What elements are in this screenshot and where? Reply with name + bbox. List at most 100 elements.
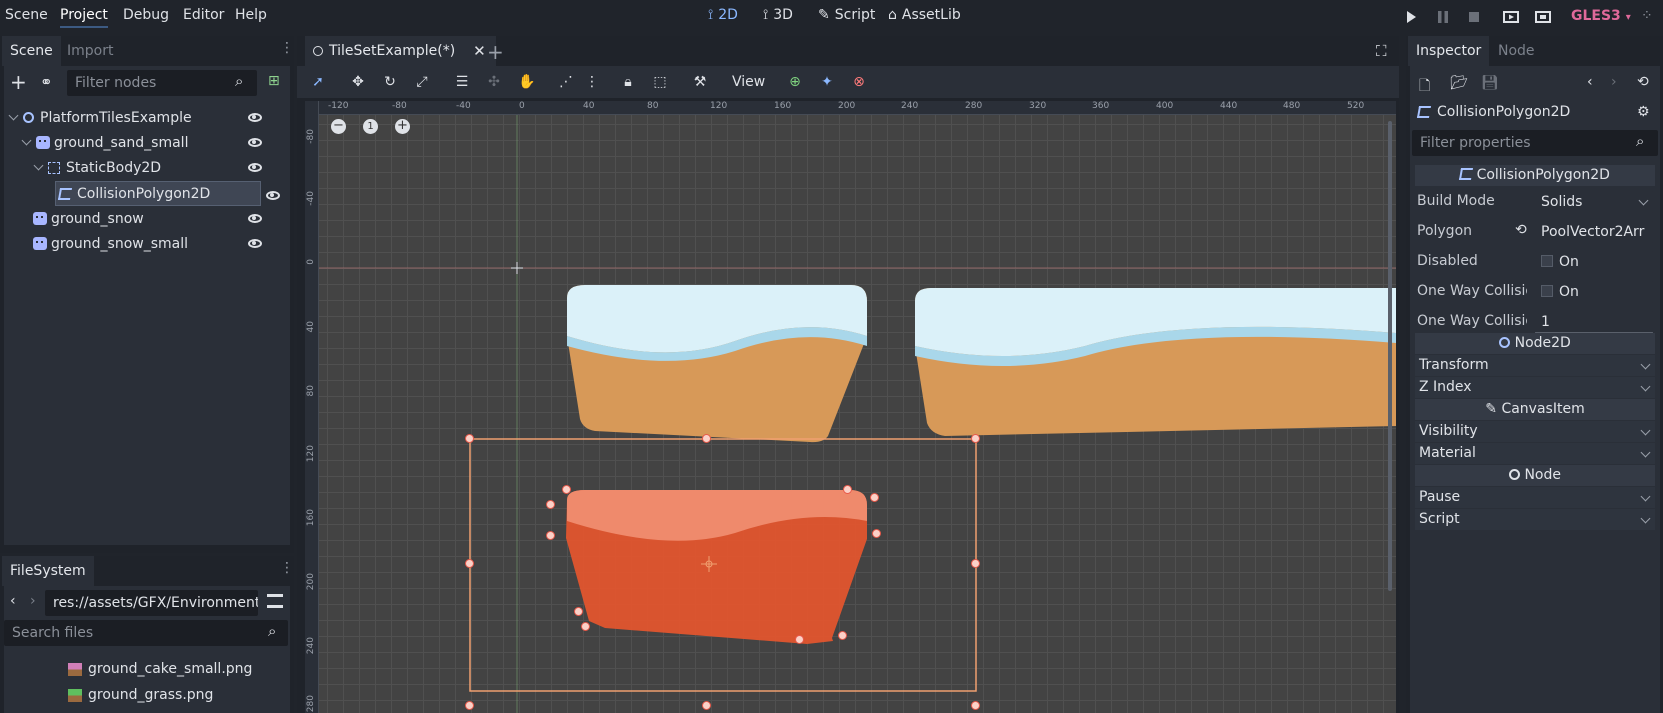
file-item[interactable]: ground_grass.png: [68, 687, 213, 703]
add-node-icon[interactable]: +: [10, 72, 27, 92]
filter-properties-input[interactable]: Filter properties: [1412, 130, 1658, 156]
stop-icon[interactable]: [1466, 9, 1482, 25]
menu-project[interactable]: Project: [60, 7, 108, 28]
revert-icon[interactable]: ⟲: [1515, 222, 1527, 238]
tab-import[interactable]: Import: [59, 36, 121, 66]
tab-filesystem[interactable]: FileSystem: [2, 556, 94, 586]
history-icon[interactable]: ⟲: [1637, 74, 1649, 90]
resize-handle[interactable]: [971, 701, 980, 710]
resize-handle[interactable]: [971, 434, 980, 443]
open-folder-icon[interactable]: 📂︎: [1450, 75, 1468, 91]
link-icon[interactable]: ⚭: [40, 73, 53, 91]
visibility-eye-icon[interactable]: [248, 163, 262, 172]
visibility-eye-icon[interactable]: [266, 191, 280, 200]
workspace-3d-button[interactable]: ⟟ 3D: [763, 7, 793, 23]
tab-node[interactable]: Node: [1490, 36, 1543, 66]
pause-icon[interactable]: [1435, 9, 1451, 25]
category-visibility[interactable]: Visibility: [1415, 421, 1655, 442]
menu-debug[interactable]: Debug: [123, 7, 169, 23]
select-tool-icon[interactable]: ➚: [310, 74, 326, 90]
resize-handle[interactable]: [702, 434, 711, 443]
one-way-margin-spinbox[interactable]: 1: [1535, 310, 1653, 334]
category-transform[interactable]: Transform: [1415, 355, 1655, 376]
scale-tool-icon[interactable]: ⤢: [414, 74, 430, 90]
list-view-icon[interactable]: [267, 594, 283, 608]
instance-scene-icon[interactable]: ⊞: [268, 73, 280, 89]
edit-point-icon[interactable]: ✦: [819, 74, 835, 90]
file-item[interactable]: ground_cake_small.png: [68, 661, 252, 677]
snap-toggle-icon[interactable]: ⋰: [558, 74, 574, 90]
pan-tool-icon[interactable]: ✋: [518, 74, 535, 90]
resize-handle[interactable]: [465, 559, 474, 568]
forward-icon[interactable]: ›: [30, 593, 36, 609]
chevron-down-icon[interactable]: [33, 160, 44, 171]
snap-options-icon[interactable]: ⋮: [584, 74, 600, 90]
skeleton-icon[interactable]: ⚒: [692, 74, 708, 90]
chevron-down-icon[interactable]: [8, 110, 19, 121]
build-mode-dropdown[interactable]: Solids: [1535, 190, 1653, 214]
zoom-out-icon[interactable]: −: [331, 119, 346, 134]
rotate-tool-icon[interactable]: ↻: [382, 74, 398, 90]
renderer-selector[interactable]: GLES3 ▾: [1571, 8, 1631, 24]
group-icon[interactable]: ⬚: [652, 74, 668, 90]
tab-inspector[interactable]: Inspector: [1408, 36, 1490, 66]
forward-icon[interactable]: ›: [1611, 74, 1617, 90]
resize-handle[interactable]: [702, 701, 711, 710]
dock-menu-icon[interactable]: ⋮: [280, 560, 294, 576]
polygon-vertex-handle[interactable]: [546, 531, 555, 540]
menu-help[interactable]: Help: [235, 7, 267, 23]
resize-handle[interactable]: [971, 559, 980, 568]
one-way-collision-checkbox[interactable]: On: [1535, 280, 1653, 304]
polygon-vertex-handle[interactable]: [795, 635, 804, 644]
save-icon[interactable]: 💾︎: [1481, 75, 1499, 91]
workspace-script-button[interactable]: ✎ Script: [818, 7, 875, 23]
visibility-eye-icon[interactable]: [248, 214, 262, 223]
tools-icon[interactable]: ⚙: [1637, 104, 1650, 120]
polygon-vertex-handle[interactable]: [574, 607, 583, 616]
resize-handle[interactable]: [465, 434, 474, 443]
vertical-scrollbar[interactable]: [1388, 121, 1392, 591]
menu-scene[interactable]: Scene: [5, 7, 48, 23]
visibility-eye-icon[interactable]: [248, 138, 262, 147]
workspace-assetlib-button[interactable]: ⌂ AssetLib: [888, 7, 961, 23]
category-material[interactable]: Material: [1415, 443, 1655, 464]
disabled-checkbox[interactable]: On: [1535, 250, 1653, 274]
lock-icon[interactable]: 🔒︎: [620, 74, 636, 90]
visibility-eye-icon[interactable]: [248, 239, 262, 248]
zoom-in-icon[interactable]: +: [395, 119, 410, 134]
category-script[interactable]: Script: [1415, 509, 1655, 530]
back-icon[interactable]: ‹: [10, 593, 16, 609]
view-menu-button[interactable]: View: [732, 74, 765, 90]
play-icon[interactable]: [1403, 9, 1419, 25]
add-point-icon[interactable]: ⊕: [787, 74, 803, 90]
back-icon[interactable]: ‹: [1587, 74, 1593, 90]
menu-editor[interactable]: Editor: [183, 7, 224, 23]
polygon-vertex-handle[interactable]: [838, 631, 847, 640]
list-select-icon[interactable]: ☰: [454, 74, 470, 90]
tree-item-ground-snow[interactable]: ground_snow: [6, 206, 276, 231]
search-files-input[interactable]: Search files: [4, 620, 288, 646]
play-scene-icon[interactable]: [1503, 9, 1519, 25]
polygon-vertex-handle[interactable]: [562, 485, 571, 494]
add-tab-icon[interactable]: +: [487, 40, 504, 64]
visibility-eye-icon[interactable]: [248, 113, 262, 122]
workspace-2d-button[interactable]: ⟟ 2D: [708, 7, 738, 23]
pivot-tool-icon[interactable]: ✣: [486, 74, 502, 90]
resize-handle[interactable]: [465, 701, 474, 710]
object-header[interactable]: CollisionPolygon2D: [1416, 104, 1570, 120]
tree-item-ground-sand-small[interactable]: ground_sand_small: [6, 130, 276, 155]
play-custom-scene-icon[interactable]: [1535, 9, 1551, 25]
tab-scene-tileset[interactable]: TileSetExample(*) ✕: [305, 36, 496, 66]
new-resource-icon[interactable]: 🗋︎: [1419, 75, 1430, 99]
move-tool-icon[interactable]: ✥: [350, 74, 366, 90]
polygon-vertex-handle[interactable]: [872, 529, 881, 538]
delete-point-icon[interactable]: ⊗: [851, 74, 867, 90]
polygon-vertex-handle[interactable]: [546, 500, 555, 509]
canvas-viewport[interactable]: − 1 +: [305, 101, 1396, 713]
category-pause[interactable]: Pause: [1415, 487, 1655, 508]
tree-item-collisionpolygon2d[interactable]: CollisionPolygon2D: [55, 181, 261, 206]
dock-menu-icon[interactable]: ⋮: [280, 40, 294, 56]
chevron-down-icon[interactable]: [21, 135, 32, 146]
polygon-vertex-handle[interactable]: [843, 485, 852, 494]
close-icon[interactable]: ✕: [473, 36, 486, 66]
